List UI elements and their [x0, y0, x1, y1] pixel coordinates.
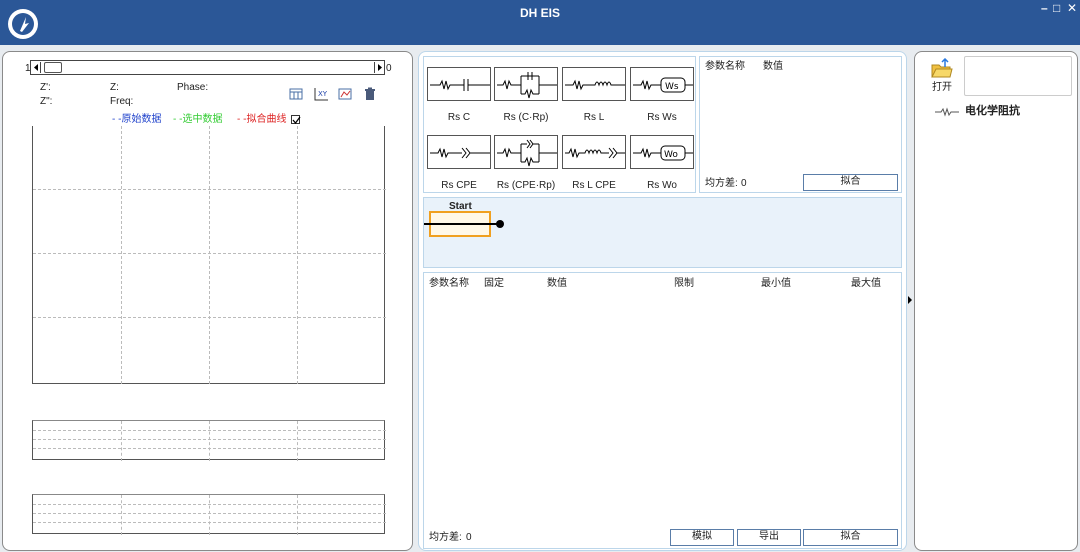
circuit-rs-ws-button[interactable]: Ws — [630, 67, 694, 101]
z-readout: Z: — [110, 82, 119, 93]
slider-max-label: 0 — [386, 63, 392, 74]
col-limit: 限制 — [674, 278, 694, 289]
svg-text:Wo: Wo — [664, 150, 678, 160]
rs-c-rp-circuit-icon — [497, 72, 557, 99]
legend-selected-label: 选中数据 — [182, 114, 223, 125]
xy-chart-icon[interactable]: XY — [312, 85, 330, 103]
z-real-readout: Z': — [40, 82, 51, 93]
rs-ws-circuit-icon: Ws — [633, 77, 693, 93]
rs-l-circuit-icon — [565, 79, 625, 91]
quick-params-table — [699, 56, 902, 193]
circuit-rs-c-button[interactable] — [427, 67, 491, 101]
legend-raw-data: - -原始数据 — [112, 114, 161, 126]
circuit-rs-l-cpe-button[interactable] — [562, 135, 626, 169]
legend-selected-data: - -选中数据 — [173, 114, 222, 126]
slider-thumb[interactable] — [44, 62, 62, 73]
circuit-rs-c-rp-button[interactable] — [494, 67, 558, 101]
circuit-wire — [424, 223, 498, 225]
rs-cpe-circuit-icon — [430, 147, 490, 159]
variance-label-top: 均方差: — [705, 178, 738, 189]
col-min: 最小值 — [761, 278, 791, 289]
file-preview-box — [964, 56, 1072, 96]
maximize-button[interactable]: □ — [1053, 2, 1060, 14]
file-tree-panel — [914, 51, 1078, 551]
variance-label-bottom: 均方差: — [429, 532, 462, 543]
export-button[interactable]: 导出 — [737, 529, 801, 546]
legend-fit-curve: - -拟合曲线 — [237, 114, 286, 126]
param-name-header: 参数名称 — [705, 61, 745, 72]
bode-phase-plot-area[interactable] — [32, 494, 386, 535]
freq-readout: Freq: — [110, 96, 134, 107]
fit-button[interactable]: 拟合 — [803, 529, 898, 546]
col-value: 数值 — [547, 278, 567, 289]
title-bar: DH EIS – □ ✕ — [0, 0, 1080, 45]
close-button[interactable]: ✕ — [1067, 2, 1077, 14]
triangle-left-icon — [34, 64, 38, 71]
variance-value-top: 0 — [741, 178, 747, 189]
slider-left-button[interactable] — [31, 62, 41, 73]
minimize-button[interactable]: – — [1041, 2, 1048, 14]
variance-value-bottom: 0 — [466, 532, 472, 543]
circuit-rs-wo-button[interactable]: Wo — [630, 135, 694, 169]
check-icon — [292, 116, 301, 125]
circuit-rs-cpe-button[interactable] — [427, 135, 491, 169]
circuit-rs-cpe-rp-button[interactable] — [494, 135, 558, 169]
col-max: 最大值 — [851, 278, 881, 289]
param-value-header: 数值 — [763, 61, 783, 72]
impedance-tree-icon — [935, 106, 961, 118]
nyquist-plot-area[interactable] — [32, 126, 386, 384]
circuit-rs-ws-label: Rs Ws — [647, 112, 677, 123]
circuit-rs-wo-label: Rs Wo — [647, 180, 677, 191]
col-param-name: 参数名称 — [429, 278, 469, 289]
folder-open-icon[interactable] — [930, 57, 954, 80]
svg-text:Ws: Ws — [665, 82, 679, 92]
rs-l-cpe-circuit-icon — [565, 147, 625, 159]
frequency-slider[interactable] — [30, 60, 385, 75]
circuit-end-node[interactable] — [496, 220, 504, 228]
legend-raw-label: 原始数据 — [121, 114, 162, 125]
trash-icon[interactable] — [361, 85, 379, 103]
bode-chart-icon[interactable] — [336, 85, 354, 103]
phase-readout: Phase: — [177, 82, 209, 93]
bode-magnitude-plot-area[interactable] — [32, 420, 386, 461]
simulate-button[interactable]: 模拟 — [670, 529, 734, 546]
window-title: DH EIS — [519, 6, 560, 20]
circuit-rs-l-button[interactable] — [562, 67, 626, 101]
legend-fit-label: 拟合曲线 — [246, 114, 287, 125]
tree-item-impedance[interactable]: 电化学阻抗 — [965, 105, 1020, 117]
col-fixed: 固定 — [484, 278, 504, 289]
z-imag-readout: Z": — [40, 96, 53, 107]
triangle-right-icon — [378, 64, 382, 71]
rs-wo-circuit-icon: Wo — [633, 145, 693, 161]
fit-params-table — [423, 272, 902, 549]
slider-right-button[interactable] — [374, 62, 384, 73]
rs-c-circuit-icon — [430, 79, 490, 91]
open-button-label[interactable]: 打开 — [932, 82, 952, 94]
quick-fit-button[interactable]: 拟合 — [803, 174, 898, 191]
rs-cpe-rp-circuit-icon — [497, 139, 557, 167]
circuit-diagram-canvas[interactable] — [423, 197, 902, 268]
table-icon[interactable] — [287, 85, 305, 103]
collapse-panel-arrow-icon[interactable] — [908, 296, 912, 304]
svg-text:XY: XY — [318, 90, 328, 98]
fit-curve-checkbox[interactable] — [291, 115, 301, 125]
